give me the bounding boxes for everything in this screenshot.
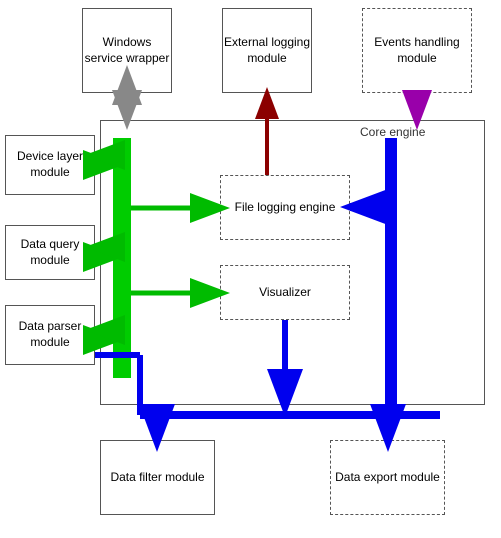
visualizer-box: Visualizer [220, 265, 350, 320]
data-filter-box: Data filter module [100, 440, 215, 515]
device-layer-box: Device layer module [5, 135, 95, 195]
data-export-box: Data export module [330, 440, 445, 515]
file-logging-box: File logging engine [220, 175, 350, 240]
events-handling-box: Events handling module [362, 8, 472, 93]
architecture-diagram: Core engine Windows service wrapper Exte… [0, 0, 501, 538]
core-engine-box [100, 120, 485, 405]
core-engine-label: Core engine [360, 125, 425, 139]
data-query-box: Data query module [5, 225, 95, 280]
external-logging-box: External logging module [222, 8, 312, 93]
data-parser-box: Data parser module [5, 305, 95, 365]
windows-service-box: Windows service wrapper [82, 8, 172, 93]
